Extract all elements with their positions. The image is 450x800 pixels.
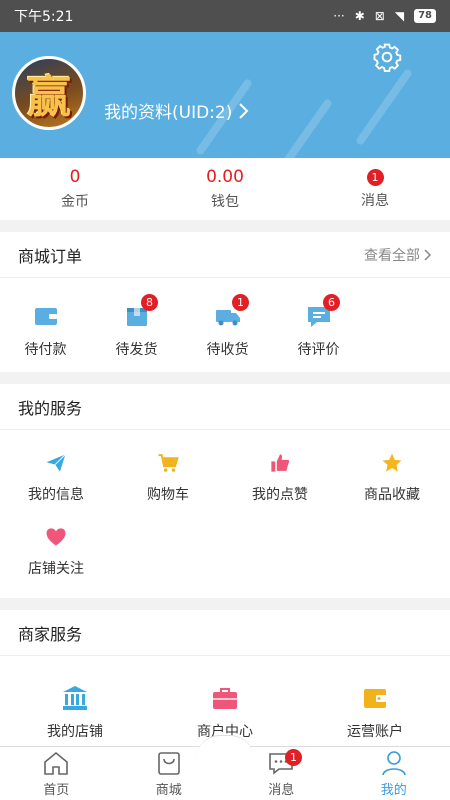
more-dots-icon: ··· bbox=[333, 9, 345, 23]
order-pending-shipment[interactable]: 8 待发货 bbox=[91, 294, 182, 359]
messages-stat[interactable]: 1 消息 bbox=[300, 158, 450, 220]
tab-home[interactable]: 首页 bbox=[0, 747, 113, 800]
coins-label: 金币 bbox=[61, 194, 89, 210]
wallet-icon bbox=[364, 689, 386, 708]
service-label: 我的信息 bbox=[28, 487, 84, 503]
order-label: 待付款 bbox=[24, 342, 67, 358]
thumbs-up-icon bbox=[271, 454, 290, 472]
messages-badge: 1 bbox=[366, 168, 384, 186]
services-section: 我的服务 我的信息 购物车 我的点赞 商品收藏 店铺关注 bbox=[0, 384, 450, 598]
wallet-icon bbox=[34, 308, 57, 325]
merchant-header: 商家服务 bbox=[0, 610, 450, 656]
orders-header: 商城订单 查看全部 bbox=[0, 232, 450, 278]
bottom-tab-bar: 首页 商城 1 消息 我的 bbox=[0, 735, 450, 800]
order-pending-receipt[interactable]: 1 待收货 bbox=[182, 294, 273, 359]
coins-stat[interactable]: 0 金币 bbox=[0, 158, 150, 220]
tab-messages[interactable]: 1 消息 bbox=[225, 747, 338, 800]
avatar-logo: 赢 bbox=[27, 72, 71, 123]
service-likes[interactable]: 我的点赞 bbox=[224, 430, 336, 504]
status-time: 下午5:21 bbox=[14, 9, 74, 25]
wallet-label: 钱包 bbox=[211, 194, 239, 210]
order-label: 待发货 bbox=[115, 342, 158, 358]
merchant-label: 运营账户 bbox=[347, 724, 403, 740]
merchant-operating-account[interactable]: 运营账户 bbox=[300, 656, 450, 741]
merchant-my-shop[interactable]: 我的店铺 bbox=[0, 656, 150, 741]
bank-icon bbox=[63, 686, 87, 710]
profile-link[interactable]: 我的资料(UID:2) bbox=[104, 98, 250, 123]
service-cart[interactable]: 购物车 bbox=[112, 430, 224, 504]
shopping-bag-icon bbox=[157, 752, 180, 775]
review-badge: 6 bbox=[323, 294, 340, 311]
avatar[interactable]: 赢 bbox=[12, 56, 86, 130]
order-label: 待收货 bbox=[206, 342, 249, 358]
header-decoration bbox=[354, 67, 414, 147]
wifi-icon: ◥ bbox=[394, 9, 405, 23]
briefcase-icon bbox=[213, 688, 237, 709]
merchant-label: 我的店铺 bbox=[47, 724, 103, 740]
order-label: 待评价 bbox=[297, 342, 340, 358]
messages-tab-badge: 1 bbox=[285, 749, 302, 766]
status-bar: 下午5:21 ··· ✱ ⊠ ◥ 78 bbox=[0, 0, 450, 32]
paper-plane-icon bbox=[46, 454, 66, 472]
merchant-title: 商家服务 bbox=[18, 624, 83, 644]
coins-value: 0 bbox=[69, 167, 81, 187]
heart-icon bbox=[46, 528, 66, 546]
stats-row: 0 金币 0.00 钱包 1 消息 bbox=[0, 158, 450, 220]
tab-label: 首页 bbox=[43, 783, 70, 798]
order-pending-payment[interactable]: 待付款 bbox=[0, 302, 91, 359]
profile-header: 赢 我的资料(UID:2) bbox=[0, 32, 450, 158]
service-favorites[interactable]: 商品收藏 bbox=[336, 430, 448, 504]
orders-title: 商城订单 bbox=[18, 246, 83, 266]
user-icon bbox=[381, 751, 406, 776]
tab-label: 消息 bbox=[268, 783, 295, 798]
header-decoration bbox=[274, 97, 334, 158]
service-label: 购物车 bbox=[147, 487, 189, 503]
service-my-info[interactable]: 我的信息 bbox=[0, 430, 112, 504]
orders-section: 商城订单 查看全部 待付款 8 待发货 1 待收货 6 待评价 bbox=[0, 232, 450, 372]
service-followed-shops[interactable]: 店铺关注 bbox=[0, 504, 112, 578]
battery-icon: 78 bbox=[414, 9, 436, 23]
sim-icon: ⊠ bbox=[374, 9, 385, 23]
view-all-orders-link[interactable]: 查看全部 bbox=[364, 245, 432, 265]
tab-mine[interactable]: 我的 bbox=[338, 747, 450, 800]
services-title: 我的服务 bbox=[18, 398, 83, 418]
status-icons: ··· ✱ ⊠ ◥ 78 bbox=[333, 9, 436, 23]
view-all-label: 查看全部 bbox=[364, 247, 420, 264]
chevron-right-icon bbox=[239, 102, 249, 119]
merchant-section: 商家服务 我的店铺 商户中心 运营账户 bbox=[0, 610, 450, 746]
tab-label: 我的 bbox=[380, 783, 407, 798]
bluetooth-icon: ✱ bbox=[354, 9, 365, 23]
service-label: 商品收藏 bbox=[364, 487, 420, 503]
gear-icon[interactable] bbox=[372, 42, 402, 72]
profile-link-label: 我的资料(UID:2) bbox=[104, 103, 233, 123]
chevron-right-icon bbox=[424, 248, 432, 261]
services-header: 我的服务 bbox=[0, 384, 450, 430]
shipment-badge: 8 bbox=[141, 294, 158, 311]
cart-icon bbox=[158, 454, 179, 472]
receipt-badge: 1 bbox=[232, 294, 249, 311]
merchant-center[interactable]: 商户中心 bbox=[150, 656, 300, 741]
home-icon bbox=[44, 751, 69, 775]
star-icon bbox=[382, 453, 402, 472]
order-pending-review[interactable]: 6 待评价 bbox=[273, 294, 364, 359]
service-label: 店铺关注 bbox=[28, 561, 84, 577]
wallet-stat[interactable]: 0.00 钱包 bbox=[150, 158, 300, 220]
messages-label: 消息 bbox=[361, 192, 389, 209]
tab-mall[interactable]: 商城 bbox=[113, 747, 226, 800]
wallet-value: 0.00 bbox=[206, 167, 244, 187]
service-label: 我的点赞 bbox=[252, 487, 308, 503]
tab-label: 商城 bbox=[155, 783, 182, 798]
